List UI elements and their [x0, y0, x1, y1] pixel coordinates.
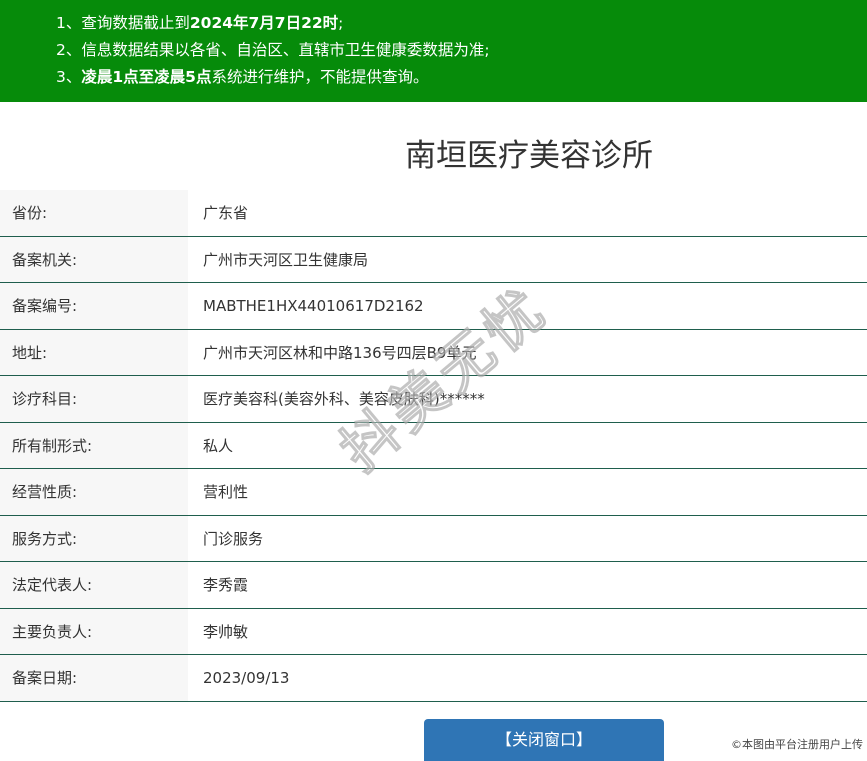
row-value: 门诊服务 [203, 529, 264, 548]
row-value: 2023/09/13 [203, 669, 290, 687]
close-window-button[interactable]: 【关闭窗口】 [424, 719, 664, 761]
notice-line-3-bold: 凌晨1点至凌晨5点 [81, 68, 212, 86]
row-label: 诊疗科目: [0, 376, 188, 422]
row-value: 广东省 [203, 204, 249, 222]
row-label: 法定代表人: [0, 562, 188, 608]
notice-line-2: 2、信息数据结果以各省、自治区、直辖市卫生健康委数据为准; [56, 37, 867, 64]
notice-line-3-prefix: 3、 [56, 68, 82, 86]
page-title: 南垣医疗美容诊所 [405, 138, 653, 174]
table-row: 经营性质: 营利性 [0, 469, 867, 516]
row-label: 备案机关: [0, 236, 188, 282]
table-row: 备案日期: 2023/09/13 [0, 655, 867, 702]
table-row: 主要负责人: 李帅敏 [0, 608, 867, 655]
row-label: 备案编号: [0, 283, 188, 329]
row-label: 主要负责人: [0, 608, 188, 654]
notice-line-1-prefix: 1、查询数据截止到 [56, 14, 190, 32]
notice-line-2-text: 2、信息数据结果以各省、自治区、直辖市卫生健康委数据为准; [56, 41, 490, 59]
row-label: 所有制形式: [0, 422, 188, 468]
row-value: 李帅敏 [203, 622, 249, 641]
row-value: 广州市天河区林和中路136号四层B9单元 [203, 343, 477, 362]
row-label: 经营性质: [0, 469, 188, 515]
notice-banner: 1、查询数据截止到2024年7月7日22时; 2、信息数据结果以各省、自治区、直… [0, 0, 867, 102]
table-row: 法定代表人: 李秀霞 [0, 562, 867, 609]
row-label: 地址: [0, 329, 188, 375]
row-value: 广州市天河区卫生健康局 [203, 250, 369, 269]
row-value: 李秀霞 [203, 576, 249, 594]
table-row: 备案机关: 广州市天河区卫生健康局 [0, 236, 867, 283]
notice-line-1-suffix: ; [338, 14, 344, 32]
table-row: 省份: 广东省 [0, 190, 867, 237]
table-row: 诊疗科目: 医疗美容科(美容外科、美容皮肤科)****** [0, 376, 867, 423]
table-row: 地址: 广州市天河区林和中路136号四层B9单元 [0, 329, 867, 376]
credit-text: ©本图由平台注册用户上传 [731, 738, 863, 751]
detail-table: 省份: 广东省 备案机关: 广州市天河区卫生健康局 备案编号: MABTHE1HX44… [0, 190, 867, 702]
table-row: 所有制形式: 私人 [0, 422, 867, 469]
notice-line-1: 1、查询数据截止到2024年7月7日22时; [56, 10, 867, 37]
table-row: 备案编号: MABTHE1HX44010617D2162 [0, 283, 867, 330]
notice-line-1-bold: 2024年7月7日22时 [189, 14, 339, 32]
notice-line-3: 3、凌晨1点至凌晨5点系统进行维护，不能提供查询。 [56, 64, 867, 91]
notice-line-3-suffix: 系统进行维护，不能提供查询。 [211, 68, 429, 86]
row-value: 医疗美容科(美容外科、美容皮肤科)****** [203, 390, 485, 408]
row-value: MABTHE1HX44010617D2162 [203, 297, 424, 315]
table-row: 服务方式: 门诊服务 [0, 515, 867, 562]
row-label: 省份: [0, 190, 188, 236]
row-value: 私人 [203, 436, 234, 455]
row-label: 服务方式: [0, 515, 188, 561]
row-value: 营利性 [203, 483, 249, 501]
row-label: 备案日期: [0, 655, 188, 701]
